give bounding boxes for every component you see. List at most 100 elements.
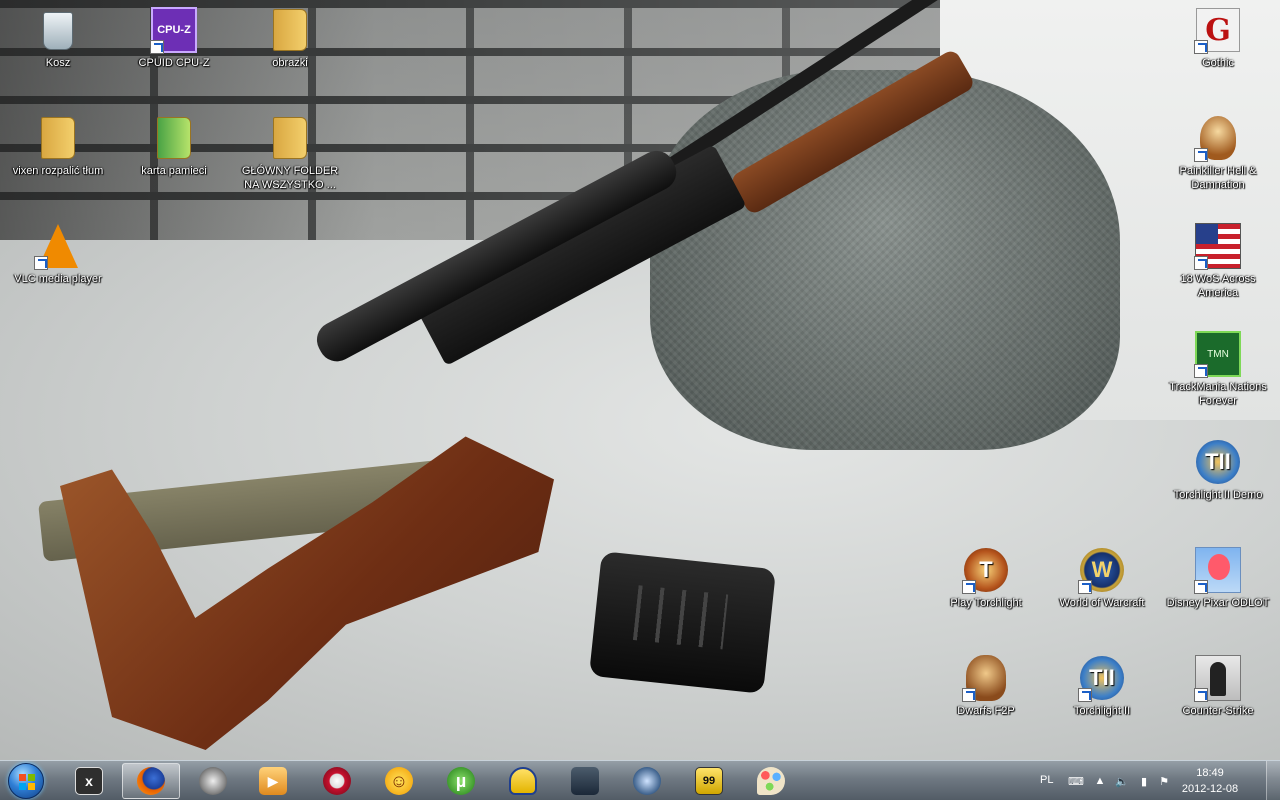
desktop-icon-label: karta pamieci [141,165,207,177]
shortcut-arrow-icon [1194,256,1208,270]
teamspeak-icon [633,767,661,795]
taskbar-app-paint[interactable] [742,763,800,799]
desktop-icon-label: Painkiller Hell & Damnation [1179,165,1257,191]
desktop-icon-vixen[interactable]: vixen rozpalić tłum [4,114,112,178]
volume-icon[interactable]: 🔈 [1114,773,1130,789]
system-tray: PL ⌨ ▲ 🔈 ▮ ⚑ 18:49 2012-12-08 [1030,761,1280,800]
taskbar-app-monitor[interactable]: 99 [680,763,738,799]
desktop-icon-label: obrazki [272,57,308,69]
taskbar-app-firefox[interactable] [122,763,180,799]
taskbar-app-audio[interactable] [494,763,552,799]
desktop-icon-label: Torchlight II [1073,705,1131,717]
desktop-icon-label: Torchlight II Demo [1173,489,1263,501]
shortcut-arrow-icon [962,580,976,594]
shortcut-arrow-icon [1194,148,1208,162]
taskbar-app-utorrent[interactable]: µ [432,763,490,799]
desktop-icon-label: Play Torchlight [950,597,1022,609]
desktop-icon-dwarfs[interactable]: Dwarfs F2P [932,654,1040,718]
desktop-icon-wos[interactable]: 18 WoS Across America [1164,222,1272,300]
taskbar-app-teamspeak[interactable] [618,763,676,799]
shortcut-arrow-icon [962,688,976,702]
monitor-icon: 99 [695,767,723,795]
paint-palette-icon [757,767,785,795]
shortcut-arrow-icon [150,40,164,54]
balloon-icon [1194,546,1242,594]
desktop-icon-label: Kosz [45,57,71,69]
folder-icon [150,114,198,162]
desktop-icon-gothic[interactable]: G Gothic [1164,6,1272,70]
windows-logo-icon [8,763,44,799]
start-button[interactable] [4,761,48,800]
desktop-icon-trackmania[interactable]: TMN TrackMania Nations Forever [1164,330,1272,408]
clock[interactable]: 18:49 2012-12-08 [1170,765,1250,797]
cpuz-icon: CPU-Z [150,6,198,54]
taskbar-app-media-player[interactable]: ▶ [244,763,302,799]
film-reel-icon [199,767,227,795]
desktop-icon-torchlight2[interactable]: TII Torchlight II [1048,654,1156,718]
desktop-icon-painkiller[interactable]: Painkiller Hell & Damnation [1164,114,1272,192]
headphones-icon [509,767,537,795]
desktop-icon-wow[interactable]: W World of Warcraft [1048,546,1156,610]
counter-strike-icon [1194,654,1242,702]
folder-icon [266,114,314,162]
desktop-icon-label: vixen rozpalić tłum [12,165,104,177]
desktop-icon-counter-strike[interactable]: Counter-Strike [1164,654,1272,718]
shortcut-arrow-icon [1078,580,1092,594]
steam-icon [571,767,599,795]
desktop-icon-label: Gothic [1202,57,1234,69]
clock-time: 18:49 [1196,767,1224,779]
clock-date: 2012-12-08 [1181,783,1239,795]
desktop-icon-obrazki[interactable]: obrazki [236,6,344,70]
shortcut-arrow-icon [1194,688,1208,702]
wallpaper-magazine [588,551,777,694]
desktop-icon-label: CPUID CPU-Z [138,57,210,69]
taskbar-app-movie-maker[interactable] [184,763,242,799]
desktop-icon-torchlight2-demo[interactable]: TII Torchlight II Demo [1164,438,1272,502]
desktop-icon-label: Counter-Strike [1182,705,1254,717]
desktop-icon-cpuz[interactable]: CPU-Z CPUID CPU-Z [120,6,228,70]
firefox-icon [137,767,165,795]
recycle-bin-icon [34,6,82,54]
dwarf-icon [962,654,1010,702]
desktop-icon-vlc[interactable]: VLC media player [4,222,112,286]
torchlight-icon: TII [1194,438,1242,486]
desktop-icon-label: GŁÓWNY FOLDER NA WSZYSTKO ... [241,165,339,191]
desktop-icon-play-torchlight[interactable]: T Play Torchlight [932,546,1040,610]
torchlight-icon: TII [1078,654,1126,702]
taskbar-app-xfire[interactable]: x [60,763,118,799]
show-hidden-icons-icon[interactable]: ▲ [1092,773,1108,789]
shortcut-arrow-icon [1194,40,1208,54]
gothic-icon: G [1194,6,1242,54]
shortcut-arrow-icon [34,256,48,270]
shortcut-arrow-icon [1194,580,1208,594]
taskbar-app-nero[interactable] [308,763,366,799]
torchlight-icon: T [962,546,1010,594]
wow-icon: W [1078,546,1126,594]
desktop-icon-recycle-bin[interactable]: Kosz [4,6,112,70]
desktop-icon-karta-pamieci[interactable]: karta pamieci [120,114,228,178]
trackmania-icon: TMN [1194,330,1242,378]
utorrent-icon: µ [447,767,475,795]
shortcut-arrow-icon [1078,688,1092,702]
folder-icon [34,114,82,162]
desktop-icon-label: TrackMania Nations Forever [1169,381,1267,407]
language-indicator[interactable]: PL [1040,774,1053,786]
taskbar: x ▶ ☺ µ 99 PL ⌨ ▲ 🔈 ▮ ⚑ 18:49 2012-12-08 [0,760,1280,800]
vlc-cone-icon [34,222,82,270]
folder-icon [266,6,314,54]
us-flag-icon [1194,222,1242,270]
sun-icon: ☺ [385,767,413,795]
taskbar-app-sun[interactable]: ☺ [370,763,428,799]
shortcut-arrow-icon [1194,364,1208,378]
taskbar-app-steam[interactable] [556,763,614,799]
desktop-icon-label: 18 WoS Across America [1180,273,1256,299]
nero-disc-icon [323,767,351,795]
desktop-icon-label: VLC media player [14,273,102,285]
keyboard-icon[interactable]: ⌨ [1068,773,1084,789]
network-icon[interactable]: ▮ [1136,773,1152,789]
show-desktop-button[interactable] [1266,761,1280,800]
desktop-icon-glowny-folder[interactable]: GŁÓWNY FOLDER NA WSZYSTKO ... [236,114,344,192]
desktop-icon-label: Disney Pixar ODLOT [1166,597,1270,609]
desktop-icon-label: Dwarfs F2P [957,705,1015,717]
desktop-icon-odlot[interactable]: Disney Pixar ODLOT [1164,546,1272,610]
